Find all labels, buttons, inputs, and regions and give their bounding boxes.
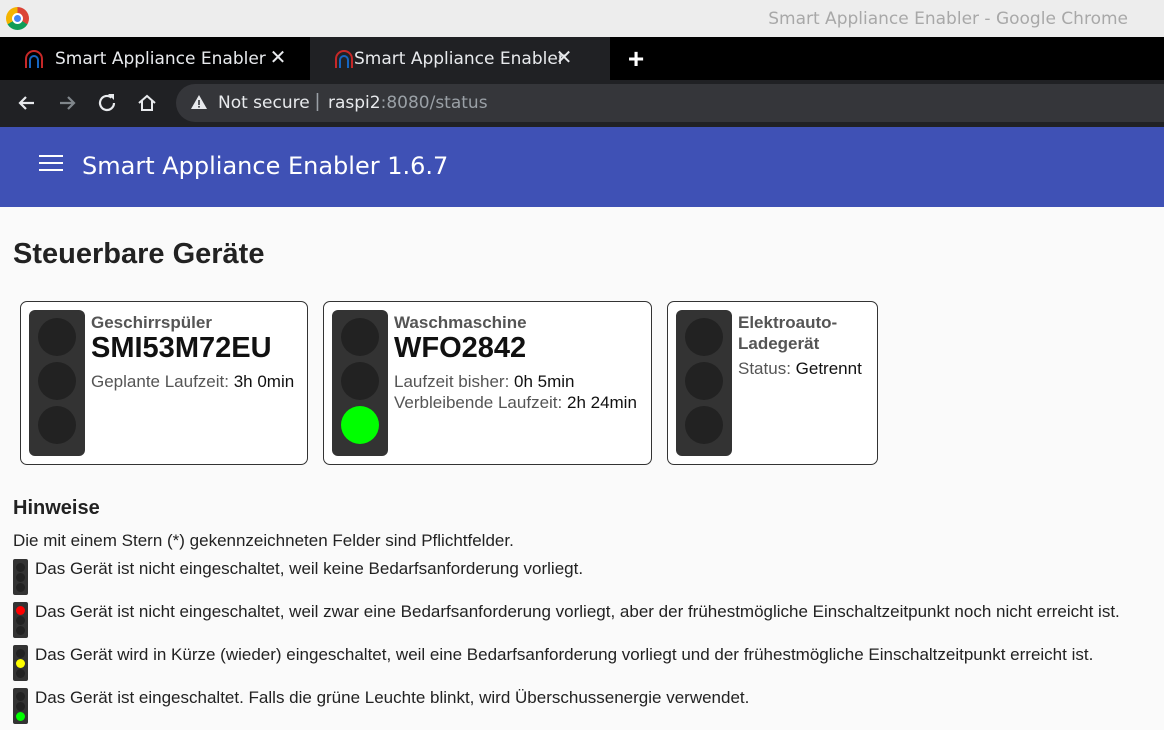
device-type-line1: Elektroauto- <box>738 313 838 332</box>
window-titlebar: Smart Appliance Enabler - Google Chrome <box>0 0 1164 37</box>
lamp-red <box>341 318 379 356</box>
legend-text: Das Gerät ist nicht eingeschaltet, weil … <box>35 602 1120 621</box>
new-tab-button[interactable]: + <box>624 43 648 75</box>
device-type: Waschmaschine <box>394 313 527 332</box>
charger-status-value: Getrennt <box>795 359 862 378</box>
device-type: Elektroauto- Ladegerät <box>738 312 837 354</box>
url-path: :8080/status <box>380 93 488 113</box>
forward-arrow-icon[interactable] <box>54 90 80 116</box>
tab-close-icon[interactable]: ✕ <box>268 45 288 70</box>
sae-favicon-icon <box>335 50 353 68</box>
legend-item-red: Das Gerät ist nicht eingeschaltet, weil … <box>13 602 1164 638</box>
url-text[interactable]: raspi2:8080/status <box>328 93 488 113</box>
tab-1[interactable]: Smart Appliance Enabler ✕ <box>0 37 300 80</box>
device-model: SMI53M72EU <box>91 332 272 364</box>
home-icon[interactable] <box>134 90 160 116</box>
tab-close-icon[interactable]: ✕ <box>554 45 574 70</box>
warning-icon[interactable] <box>190 93 208 111</box>
hamburger-menu-icon[interactable] <box>39 155 63 173</box>
legend-item-green: Das Gerät ist eingeschaltet. Falls die g… <box>13 688 1164 724</box>
lamp-green <box>341 406 379 444</box>
traffic-light-green-icon <box>13 688 28 724</box>
lamp-yellow <box>685 362 723 400</box>
runtime-so-far-value: 0h 5min <box>514 372 575 391</box>
app-header: Smart Appliance Enabler 1.6.7 <box>0 127 1164 207</box>
tab-title: Smart Appliance Enabler <box>354 49 565 69</box>
url-host: raspi2 <box>328 93 381 113</box>
runtime-so-far: Laufzeit bisher: 0h 5min <box>394 372 575 392</box>
traffic-light-icon <box>29 310 85 456</box>
back-arrow-icon[interactable] <box>14 90 40 116</box>
page-title: Steuerbare Geräte <box>13 238 265 270</box>
lamp-yellow <box>341 362 379 400</box>
charger-status: Status: Getrennt <box>738 359 862 379</box>
not-secure-label[interactable]: Not secure <box>218 93 310 113</box>
required-fields-note: Die mit einem Stern (*) gekennzeichneten… <box>13 531 514 550</box>
app-title: Smart Appliance Enabler 1.6.7 <box>82 152 449 180</box>
traffic-light-off-icon <box>13 559 28 595</box>
legend-text: Das Gerät ist nicht eingeschaltet, weil … <box>35 559 584 578</box>
omnibox[interactable]: Not secure | raspi2:8080/status <box>176 84 1164 122</box>
legend-item-off: Das Gerät ist nicht eingeschaltet, weil … <box>13 559 1164 595</box>
legend-text: Das Gerät wird in Kürze (wieder) eingesc… <box>35 645 1094 664</box>
planned-runtime-label: Geplante Laufzeit: <box>91 372 229 391</box>
chrome-logo-icon <box>6 7 29 30</box>
tab-title: Smart Appliance Enabler <box>55 49 266 69</box>
lamp-green <box>38 406 76 444</box>
legend-text: Das Gerät ist eingeschaltet. Falls die g… <box>35 688 750 707</box>
remaining-runtime-value: 2h 24min <box>566 393 637 412</box>
sae-favicon-icon <box>25 50 43 68</box>
charger-status-label: Status: <box>738 359 791 378</box>
device-type-line2: Ladegerät <box>738 334 820 353</box>
traffic-light-icon <box>332 310 388 456</box>
traffic-light-yellow-icon <box>13 645 28 681</box>
window-title: Smart Appliance Enabler - Google Chrome <box>768 9 1128 29</box>
device-card-dishwasher[interactable]: Geschirrspüler SMI53M72EU Geplante Laufz… <box>20 301 308 465</box>
hints-heading: Hinweise <box>13 497 100 519</box>
device-type: Geschirrspüler <box>91 313 212 332</box>
lamp-red <box>685 318 723 356</box>
lamp-yellow <box>38 362 76 400</box>
remaining-runtime-label: Verbleibende Laufzeit: <box>394 393 563 412</box>
remaining-runtime: Verbleibende Laufzeit: 2h 24min <box>394 393 637 413</box>
reload-icon[interactable] <box>94 90 120 116</box>
planned-runtime-value: 3h 0min <box>233 372 295 391</box>
planned-runtime: Geplante Laufzeit: 3h 0min <box>91 372 294 392</box>
device-model: WFO2842 <box>394 332 527 364</box>
runtime-so-far-label: Laufzeit bisher: <box>394 372 510 391</box>
lamp-red <box>38 318 76 356</box>
tab-2-active[interactable]: Smart Appliance Enabler ✕ <box>310 37 610 80</box>
omnibox-separator: | <box>315 91 320 112</box>
device-card-washing-machine[interactable]: Waschmaschine WFO2842 Laufzeit bisher: 0… <box>323 301 652 465</box>
legend-item-yellow: Das Gerät wird in Kürze (wieder) eingesc… <box>13 645 1164 681</box>
tab-strip: Smart Appliance Enabler ✕ Smart Applianc… <box>0 37 1164 80</box>
traffic-light-icon <box>676 310 732 456</box>
browser-toolbar: Not secure | raspi2:8080/status <box>0 80 1164 127</box>
lamp-green <box>685 406 723 444</box>
traffic-light-red-icon <box>13 602 28 638</box>
device-card-ev-charger[interactable]: Elektroauto- Ladegerät Status: Getrennt <box>667 301 878 465</box>
